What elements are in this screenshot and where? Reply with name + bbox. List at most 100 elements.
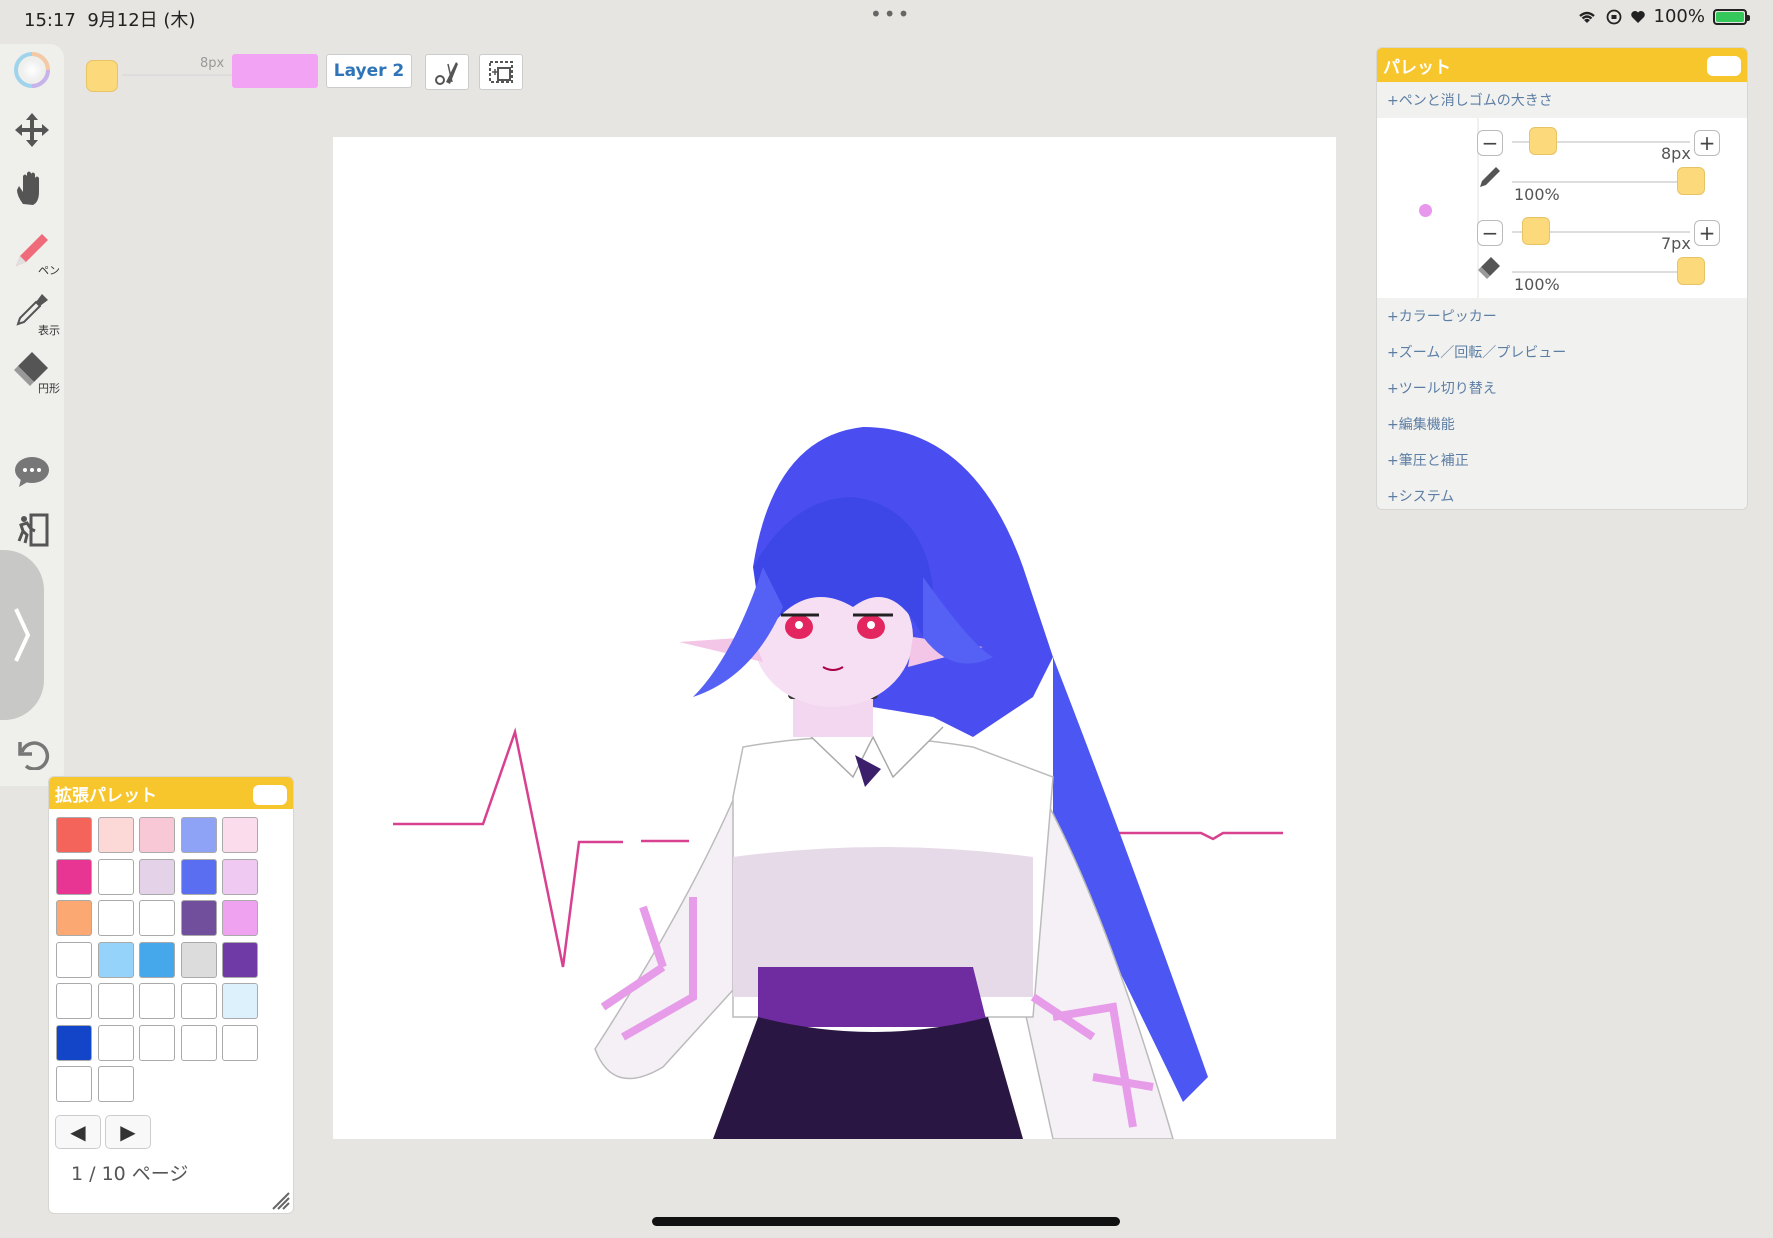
pen-size-value: 8px: [1661, 144, 1691, 163]
next-page-button[interactable]: ▶: [105, 1115, 151, 1149]
brush-size-slider[interactable]: [122, 74, 242, 76]
exit-icon[interactable]: [8, 506, 56, 554]
palette-swatch[interactable]: [97, 1066, 134, 1102]
palette-swatch[interactable]: [139, 858, 175, 895]
palette-swatch[interactable]: [139, 983, 175, 1019]
page-indicator: 1 / 10 ページ: [71, 1163, 189, 1185]
hand-icon[interactable]: [8, 164, 56, 212]
multitask-dots[interactable]: •••: [870, 2, 911, 26]
eraser-small-icon: [1478, 257, 1500, 279]
orientation-lock-icon: [1606, 9, 1621, 24]
pencil-icon: [1480, 167, 1500, 187]
palette-swatch[interactable]: [180, 1024, 217, 1061]
battery-percent: 100%: [1653, 6, 1705, 27]
prev-page-button[interactable]: ◀: [55, 1115, 101, 1149]
eyedropper-label: 表示: [38, 324, 60, 337]
palette-swatch[interactable]: [222, 1024, 258, 1061]
eraser-size-increase-button[interactable]: +: [1694, 220, 1720, 246]
palette-swatch[interactable]: [56, 817, 92, 853]
section-edit[interactable]: +編集機能: [1377, 406, 1747, 442]
eraser-opacity-knob[interactable]: [1677, 257, 1705, 285]
section-pen-eraser-size[interactable]: +ペンと消しゴムの大きさ: [1377, 82, 1747, 118]
battery-icon: [1713, 8, 1750, 25]
palette-swatch[interactable]: [139, 941, 175, 978]
pen-opacity-value: 100%: [1514, 185, 1560, 204]
heart-icon: [1630, 10, 1645, 23]
brush-preview-dot: [1419, 204, 1432, 217]
home-indicator[interactable]: [652, 1217, 1120, 1226]
palette-swatch[interactable]: [180, 858, 217, 895]
section-color-picker[interactable]: +カラーピッカー: [1377, 298, 1747, 334]
palette-swatch[interactable]: [56, 1024, 92, 1061]
palette-swatch[interactable]: [56, 941, 92, 978]
pen-icon[interactable]: ペン: [8, 226, 60, 277]
palette-swatch[interactable]: [222, 858, 258, 895]
extended-palette-title: 拡張パレット: [55, 785, 157, 806]
palette-swatch[interactable]: [222, 983, 258, 1019]
palette-swatch[interactable]: [97, 1024, 134, 1061]
palette-swatch[interactable]: [222, 817, 258, 853]
extended-palette-header[interactable]: 拡張パレット: [49, 777, 293, 809]
section-tool-switch[interactable]: +ツール切り替え: [1377, 370, 1747, 406]
side-expand-handle[interactable]: [0, 550, 44, 720]
extended-palette-panel: 拡張パレット ◀ ▶ 1 / 10 ページ: [48, 776, 294, 1214]
chevron-right-icon: [14, 608, 31, 662]
pen-opacity-slider[interactable]: [1512, 181, 1690, 183]
eraser-label: 円形: [38, 382, 60, 395]
eraser-size-value: 7px: [1661, 234, 1691, 253]
section-zoom-rotate[interactable]: +ズーム／回転／プレビュー: [1377, 334, 1747, 370]
primary-color-swatch[interactable]: [86, 60, 118, 92]
artwork-illustration: [393, 427, 1283, 1140]
palette-swatch[interactable]: [56, 983, 92, 1019]
palette-swatch[interactable]: [97, 858, 134, 895]
palette-swatch[interactable]: [180, 941, 217, 978]
palette-title: パレット: [1383, 57, 1451, 78]
status-bar: 15:17 9月12日 (木) ••• 100%: [0, 0, 1773, 36]
pen-size-increase-button[interactable]: +: [1694, 130, 1720, 156]
brush-settings-button[interactable]: [425, 54, 469, 90]
palette-swatch[interactable]: [97, 941, 134, 978]
palette-swatch[interactable]: [222, 941, 258, 978]
eraser-icon[interactable]: 円形: [8, 344, 60, 395]
palette-swatch[interactable]: [56, 1066, 92, 1102]
pen-size-knob[interactable]: [1529, 127, 1557, 155]
size-controls: − + 8px 100% − + 7px 100%: [1377, 118, 1747, 298]
eraser-opacity-slider[interactable]: [1512, 271, 1690, 273]
palette-swatch[interactable]: [180, 817, 217, 853]
secondary-color-swatch[interactable]: [232, 54, 318, 88]
undo-icon[interactable]: [8, 728, 56, 776]
eraser-size-decrease-button[interactable]: −: [1477, 220, 1503, 246]
drawing-canvas[interactable]: [333, 137, 1336, 1140]
palette-swatch[interactable]: [139, 1024, 175, 1061]
pen-opacity-knob[interactable]: [1677, 167, 1705, 195]
palette-swatch[interactable]: [139, 817, 175, 853]
eyedropper-icon[interactable]: 表示: [8, 286, 60, 337]
section-system[interactable]: +システム: [1377, 478, 1747, 509]
palette-swatch[interactable]: [180, 983, 217, 1019]
palette-swatch[interactable]: [139, 900, 175, 936]
palette-header[interactable]: パレット: [1377, 48, 1747, 82]
color-wheel-icon[interactable]: [8, 46, 56, 94]
palette-swatch[interactable]: [97, 900, 134, 936]
pen-size-decrease-button[interactable]: −: [1477, 130, 1503, 156]
eraser-size-knob[interactable]: [1522, 217, 1550, 245]
pen-label: ペン: [38, 264, 60, 277]
palette-swatch[interactable]: [222, 900, 258, 936]
palette-swatch[interactable]: [97, 817, 134, 853]
resize-handle-icon[interactable]: [269, 1189, 291, 1211]
eraser-opacity-value: 100%: [1514, 275, 1560, 294]
move-icon[interactable]: [8, 106, 56, 154]
transform-icon: [489, 61, 513, 83]
chat-icon[interactable]: [8, 448, 56, 496]
transform-button[interactable]: [479, 54, 523, 90]
brush-gear-icon: [435, 62, 458, 85]
palette-swatch[interactable]: [56, 858, 92, 895]
palette-collapse-button[interactable]: [1707, 56, 1741, 76]
palette-swatch[interactable]: [180, 900, 217, 936]
extended-palette-collapse-button[interactable]: [253, 785, 287, 805]
palette-swatch[interactable]: [56, 900, 92, 936]
palette-swatch[interactable]: [97, 983, 134, 1019]
section-pressure[interactable]: +筆圧と補正: [1377, 442, 1747, 478]
layer-button[interactable]: Layer 2: [326, 54, 412, 88]
status-time: 15:17 9月12日 (木): [24, 10, 196, 31]
